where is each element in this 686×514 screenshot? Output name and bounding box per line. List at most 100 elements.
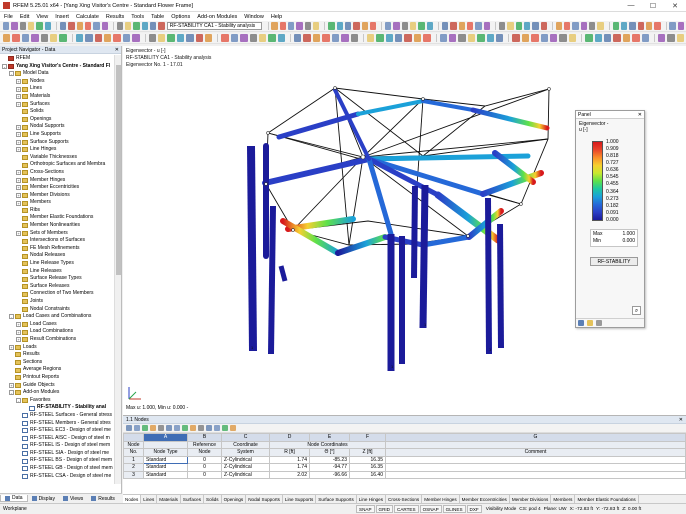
table-cell[interactable]: Z-Cylindrical xyxy=(221,463,270,472)
collapse-icon[interactable]: - xyxy=(9,71,14,77)
column-letter[interactable]: E xyxy=(309,433,350,442)
table-tab[interactable]: Lines xyxy=(141,495,158,503)
tree-item[interactable]: + Member Eccentricities xyxy=(0,184,114,192)
table-cell[interactable] xyxy=(385,470,686,479)
table-cell[interactable]: 1.74 xyxy=(269,455,310,464)
column-letter[interactable]: A xyxy=(143,433,188,442)
toolbar-button-icon[interactable] xyxy=(393,22,400,30)
rf-stability-button[interactable]: RF-STABILITY xyxy=(590,257,638,266)
status-toggle-button[interactable]: GLINES xyxy=(442,505,466,513)
toolbar-button-icon[interactable] xyxy=(458,22,465,30)
toolbar-button-icon[interactable] xyxy=(450,22,457,30)
table-tool-icon[interactable] xyxy=(174,425,180,431)
status-toggle-button[interactable]: OSNAP xyxy=(419,505,442,513)
status-toggle-button[interactable]: SNAP xyxy=(356,505,375,513)
toolbar-button-icon[interactable] xyxy=(496,34,504,42)
toolbar-button-icon[interactable] xyxy=(466,22,474,30)
expand-icon[interactable]: + xyxy=(16,177,21,183)
toolbar-button-icon[interactable] xyxy=(19,22,27,30)
tree-item[interactable]: RF-STEEL AISC - Design of steel m xyxy=(0,435,114,443)
toolbar-button-icon[interactable] xyxy=(113,34,121,42)
table-tab[interactable]: Surface Supports xyxy=(316,495,357,503)
toolbar-button-icon[interactable] xyxy=(157,34,166,42)
toolbar-button-icon[interactable] xyxy=(613,34,621,42)
tree-item[interactable]: + Members xyxy=(0,199,114,207)
table-tab[interactable]: Members xyxy=(551,495,576,503)
toolbar-button-icon[interactable] xyxy=(350,34,358,42)
scrollbar-thumb[interactable] xyxy=(116,65,121,275)
menu-tools[interactable]: Tools xyxy=(131,14,144,20)
status-toggle-button[interactable]: CARTES xyxy=(394,505,419,513)
toolbar-button-icon[interactable] xyxy=(271,22,278,30)
expand-icon[interactable]: + xyxy=(16,322,21,328)
toolbar-button-icon[interactable] xyxy=(366,34,375,42)
toolbar-button-icon[interactable] xyxy=(629,22,636,30)
table-tab[interactable]: Member Divisions xyxy=(510,495,552,503)
toolbar-button-icon[interactable] xyxy=(486,34,495,42)
tree-item[interactable]: + Nodes xyxy=(0,78,114,86)
toolbar-button-icon[interactable] xyxy=(597,22,604,30)
toolbar-button-icon[interactable] xyxy=(589,22,596,30)
table-cell[interactable]: Z-Cylindrical xyxy=(221,455,270,464)
tab-results[interactable]: Results xyxy=(87,496,119,502)
tree-item[interactable]: + Guide Objects xyxy=(0,382,114,390)
tree-item[interactable]: Nodal Constraints xyxy=(0,306,114,314)
toolbar-button-icon[interactable] xyxy=(313,22,320,30)
toolbar-button-icon[interactable] xyxy=(167,34,175,42)
tree-item[interactable]: Variable Thicknesses xyxy=(0,154,114,162)
toolbar-button-icon[interactable] xyxy=(195,34,203,42)
table-close-icon[interactable]: ✕ xyxy=(679,417,683,423)
toolbar-button-icon[interactable] xyxy=(620,22,628,30)
tree-item[interactable]: RF-STEEL Surfaces - General stress xyxy=(0,412,114,420)
toolbar-button-icon[interactable] xyxy=(669,22,676,30)
toolbar-button-icon[interactable] xyxy=(559,34,567,42)
tree-item[interactable]: Surface Releases xyxy=(0,283,114,291)
table-cell[interactable]: Standard xyxy=(143,455,188,464)
toolbar-button-icon[interactable] xyxy=(322,34,330,42)
toolbar-button-icon[interactable] xyxy=(44,22,52,30)
tree-item[interactable]: RF-STEEL GB - Design of steel mem xyxy=(0,465,114,473)
toolbar-button-icon[interactable] xyxy=(158,22,165,30)
toolbar-button-icon[interactable] xyxy=(632,34,640,42)
toolbar-button-icon[interactable] xyxy=(641,34,649,42)
toolbar-button-icon[interactable] xyxy=(385,22,392,30)
toolbar-button-icon[interactable] xyxy=(423,34,431,42)
tab-data[interactable]: Data xyxy=(0,495,28,502)
toolbar-button-icon[interactable] xyxy=(312,34,321,42)
table-cell[interactable]: 0 xyxy=(187,463,222,472)
toolbar-button-icon[interactable] xyxy=(572,22,579,30)
expand-icon[interactable]: + xyxy=(16,329,21,335)
toolbar-button-icon[interactable] xyxy=(75,34,84,42)
tree-item[interactable]: RFEM xyxy=(0,55,114,63)
menu-edit[interactable]: Edit xyxy=(20,14,29,20)
toolbar-button-icon[interactable] xyxy=(304,22,312,30)
tree-item[interactable]: RF-STEEL EC3 - Design of steel me xyxy=(0,427,114,435)
tree-item[interactable]: Surface Release Types xyxy=(0,275,114,283)
toolbar-button-icon[interactable] xyxy=(439,34,447,42)
toolbar-button-icon[interactable] xyxy=(341,34,349,42)
toolbar-button-icon[interactable] xyxy=(28,22,35,30)
toolbar-button-icon[interactable] xyxy=(677,22,685,30)
collapse-icon[interactable]: - xyxy=(2,63,7,69)
column-letter[interactable]: B xyxy=(187,433,222,442)
toolbar-button-icon[interactable] xyxy=(507,22,514,30)
maximize-button[interactable]: ☐ xyxy=(642,0,664,12)
table-tab[interactable]: Line Supports xyxy=(283,495,317,503)
table-cell[interactable]: 0 xyxy=(187,470,222,479)
toolbar-button-icon[interactable] xyxy=(540,34,548,42)
collapse-icon[interactable]: - xyxy=(16,398,21,404)
tree-item[interactable]: Member Nonlinearities xyxy=(0,222,114,230)
panel-color-icon[interactable] xyxy=(587,320,593,326)
table-tab[interactable]: Nodes xyxy=(123,495,142,503)
menu-addon-modules[interactable]: Add-on Modules xyxy=(197,14,237,20)
toolbar-button-icon[interactable] xyxy=(258,34,267,42)
toolbar-button-icon[interactable] xyxy=(441,22,449,30)
tab-views[interactable]: Views xyxy=(59,496,87,502)
toolbar-button-icon[interactable] xyxy=(667,34,675,42)
toolbar-button-icon[interactable] xyxy=(585,34,593,42)
toolbar-button-icon[interactable] xyxy=(331,34,340,42)
toolbar-button-icon[interactable] xyxy=(426,22,434,30)
table-cell[interactable]: 16.35 xyxy=(349,463,386,472)
tree-item[interactable]: + Surface Supports xyxy=(0,139,114,147)
toolbar-button-icon[interactable] xyxy=(141,22,149,30)
